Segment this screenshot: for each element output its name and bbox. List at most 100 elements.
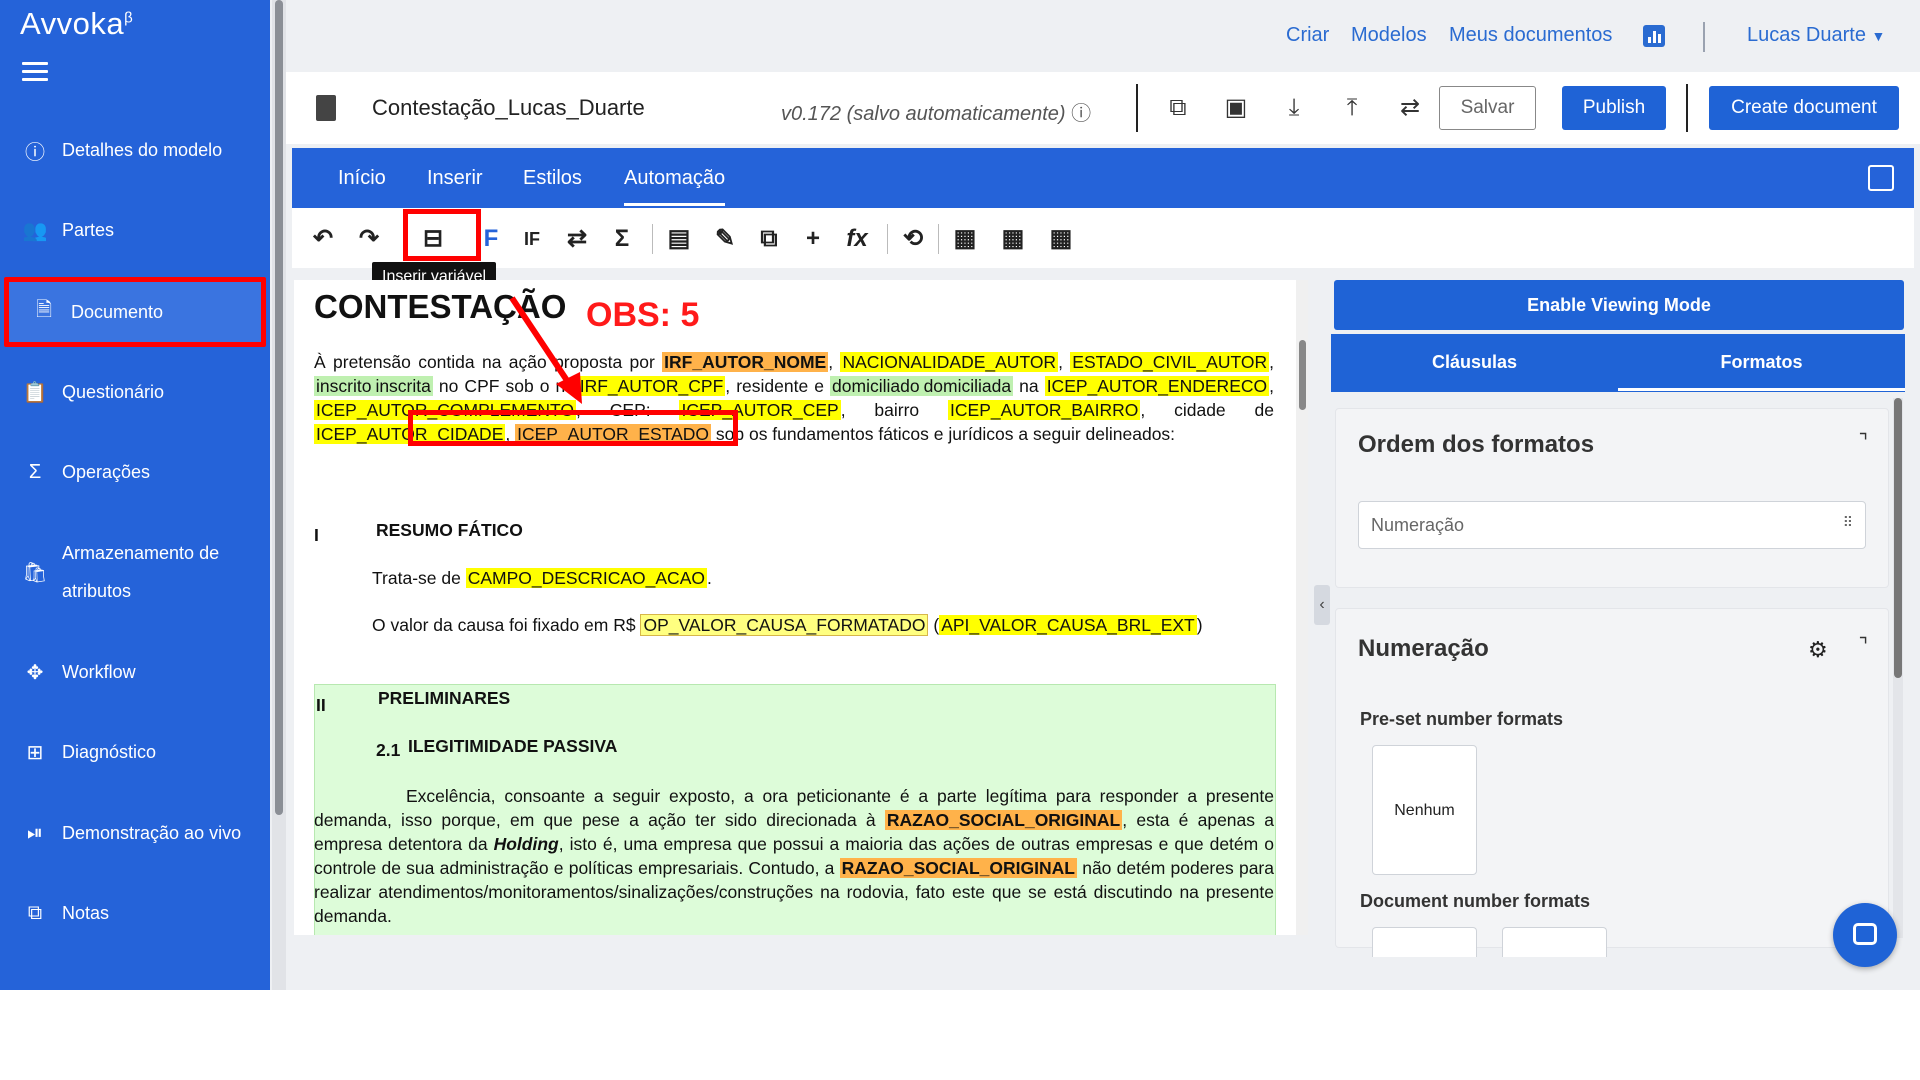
- sidebar-item-workflow[interactable]: ✥ Workflow: [0, 650, 270, 694]
- file-icon: [316, 95, 336, 121]
- info-icon[interactable]: ⓘ: [1071, 103, 1091, 125]
- field-icon[interactable]: F: [482, 224, 500, 254]
- undo-icon[interactable]: ↶: [308, 224, 338, 254]
- sidebar-item-detalhes[interactable]: ⓘ Detalhes do modelo: [0, 128, 270, 172]
- section-title: RESUMO FÁTICO: [376, 520, 523, 540]
- variable[interactable]: IRF_AUTOR_CPF: [577, 376, 726, 396]
- copy-icon: ⧉: [27, 901, 43, 924]
- variable[interactable]: OP_VALOR_CAUSA_FORMATADO: [640, 614, 929, 636]
- variable[interactable]: RAZAO_SOCIAL_ORIGINAL: [839, 858, 1077, 878]
- section-number: II: [316, 695, 326, 715]
- save-button[interactable]: Salvar: [1439, 86, 1536, 130]
- users-icon: 👥: [22, 219, 48, 242]
- collapse-panel-icon[interactable]: ‹: [1314, 585, 1330, 625]
- corner-icon[interactable]: ⌝: [1859, 429, 1868, 454]
- sidebar-item-documento[interactable]: 🗎 Documento: [4, 277, 266, 347]
- variable[interactable]: inscrito: [314, 376, 374, 396]
- variable[interactable]: ICEP_AUTOR_BAIRRO: [948, 400, 1141, 420]
- document-icon: 🗎: [35, 299, 53, 321]
- panel-scrollbar[interactable]: [1893, 398, 1903, 938]
- if-icon[interactable]: IF: [517, 224, 547, 254]
- sum-icon[interactable]: Σ: [607, 224, 637, 254]
- section-number: I: [314, 525, 319, 545]
- sidebar-scrollbar[interactable]: [272, 0, 286, 990]
- subsection-title: ILEGITIMIDADE PASSIVA: [408, 736, 618, 756]
- variable[interactable]: domiciliado: [830, 376, 922, 396]
- corner-icon[interactable]: ⌝: [1859, 633, 1868, 658]
- cell-icon-2[interactable]: ▦: [996, 224, 1030, 254]
- ordem-field[interactable]: Numeração ⠿: [1358, 501, 1866, 549]
- chat-icon[interactable]: [1833, 903, 1897, 967]
- variable[interactable]: inscrita: [373, 376, 433, 396]
- document-page[interactable]: CONTESTAÇÃO OBS: 5 À pretensão contida n…: [294, 280, 1302, 935]
- card-title: Numeração: [1358, 635, 1489, 662]
- user-menu[interactable]: Lucas Duarte ▼: [1747, 24, 1885, 47]
- search-settings-icon[interactable]: ⚙: [1808, 637, 1828, 663]
- variable[interactable]: IRF_AUTOR_NOME: [662, 352, 829, 372]
- divider: [1136, 84, 1138, 132]
- create-document-button[interactable]: Create document: [1709, 86, 1899, 130]
- variable[interactable]: ESTADO_CIVIL_AUTOR: [1070, 352, 1270, 372]
- variable[interactable]: domiciliada: [921, 376, 1014, 396]
- redo-icon[interactable]: ↷: [354, 224, 384, 254]
- copy-icon[interactable]: ⧉: [1164, 94, 1192, 122]
- sigma-icon: Σ: [28, 460, 42, 483]
- function-icon[interactable]: fx: [842, 224, 872, 254]
- info-icon: ⓘ: [25, 141, 45, 164]
- edit-icon[interactable]: [1868, 165, 1894, 191]
- brand-logo[interactable]: Avvokaβ: [20, 6, 133, 42]
- upload-icon[interactable]: ⤒: [1338, 94, 1366, 122]
- docnum-label: Document number formats: [1360, 891, 1591, 911]
- sidebar-item-questionario[interactable]: 📋 Questionário: [0, 370, 270, 414]
- sidebar: Avvokaβ ⓘ Detalhes do modelo 👥 Partes 🗎 …: [0, 0, 270, 990]
- format-option[interactable]: [1502, 927, 1607, 957]
- enable-viewing-mode-button[interactable]: Enable Viewing Mode: [1334, 280, 1904, 330]
- sidebar-item-partes[interactable]: 👥 Partes: [0, 208, 270, 252]
- panel-tabs: Cláusulas Formatos: [1331, 334, 1905, 392]
- sidebar-item-demonstracao[interactable]: ⏯ Demonstração ao vivo: [0, 811, 270, 855]
- document-heading: CONTESTAÇÃO: [314, 288, 567, 325]
- document-scrollbar[interactable]: [1296, 280, 1308, 935]
- sidebar-item-notas[interactable]: ⧉ Notas: [0, 891, 270, 935]
- variable[interactable]: API_VALOR_CAUSA_BRL_EXT: [939, 615, 1197, 635]
- format-option-nenhum[interactable]: Nenhum: [1372, 745, 1477, 875]
- doc-list-icon[interactable]: ▤: [664, 224, 694, 254]
- nav-criar[interactable]: Criar: [1286, 24, 1329, 47]
- sidebar-item-diagnostico[interactable]: ⊞ Diagnóstico: [0, 730, 270, 774]
- nav-modelos[interactable]: Modelos: [1351, 24, 1427, 47]
- analytics-icon[interactable]: [1643, 25, 1665, 47]
- topnav-divider: [1703, 22, 1705, 52]
- sidebar-item-operacoes[interactable]: Σ Operações: [0, 450, 270, 494]
- menu-icon[interactable]: [22, 62, 48, 82]
- tab-automacao[interactable]: Automação: [624, 167, 726, 206]
- variable[interactable]: ICEP_AUTOR_ENDERECO: [1044, 376, 1270, 396]
- repeat-icon[interactable]: ⇄: [562, 224, 592, 254]
- duplicate-icon[interactable]: ⧉: [754, 224, 784, 254]
- drag-handle-icon[interactable]: ⠿: [1843, 514, 1853, 531]
- tab-formatos[interactable]: Formatos: [1618, 352, 1905, 391]
- add-icon[interactable]: +: [798, 224, 828, 254]
- pen-icon[interactable]: ✎: [710, 224, 740, 254]
- tab-estilos[interactable]: Estilos: [523, 167, 582, 190]
- download-icon[interactable]: ⤓: [1280, 94, 1308, 122]
- format-option[interactable]: [1372, 927, 1477, 957]
- cell-icon-3[interactable]: ▦: [1044, 224, 1078, 254]
- variable[interactable]: CAMPO_DESCRICAO_ACAO: [465, 568, 707, 588]
- publish-button[interactable]: Publish: [1562, 86, 1666, 130]
- toolbar: ↶ ↷ ⊟ F IF ⇄ Σ ▤ ✎ ⧉ + fx ⟲ ▦ ▦ ▦: [292, 208, 1914, 268]
- variable[interactable]: NACIONALIDADE_AUTOR: [840, 352, 1059, 372]
- plus-square-icon: ⊞: [26, 741, 44, 764]
- cell-icon-1[interactable]: ▦: [948, 224, 982, 254]
- paragraph-resumo: Trata-se de CAMPO_DESCRICAO_ACAO.: [372, 568, 712, 588]
- variable[interactable]: RAZAO_SOCIAL_ORIGINAL: [884, 810, 1123, 830]
- app-root: Avvokaβ ⓘ Detalhes do modelo 👥 Partes 🗎 …: [0, 0, 1920, 990]
- tab-inicio[interactable]: Início: [338, 167, 386, 190]
- sidebar-item-armazenamento[interactable]: 🛍 Armazenamento de atributos: [0, 532, 270, 612]
- tab-clausulas[interactable]: Cláusulas: [1331, 352, 1618, 373]
- archive-icon[interactable]: ▣: [1222, 94, 1250, 122]
- tab-inserir[interactable]: Inserir: [427, 167, 483, 190]
- nav-meus-documentos[interactable]: Meus documentos: [1449, 24, 1612, 47]
- search-replace-icon[interactable]: ⟲: [898, 224, 928, 254]
- document-title[interactable]: Contestação_Lucas_Duarte: [372, 95, 645, 121]
- translate-icon[interactable]: ⇄: [1396, 94, 1424, 122]
